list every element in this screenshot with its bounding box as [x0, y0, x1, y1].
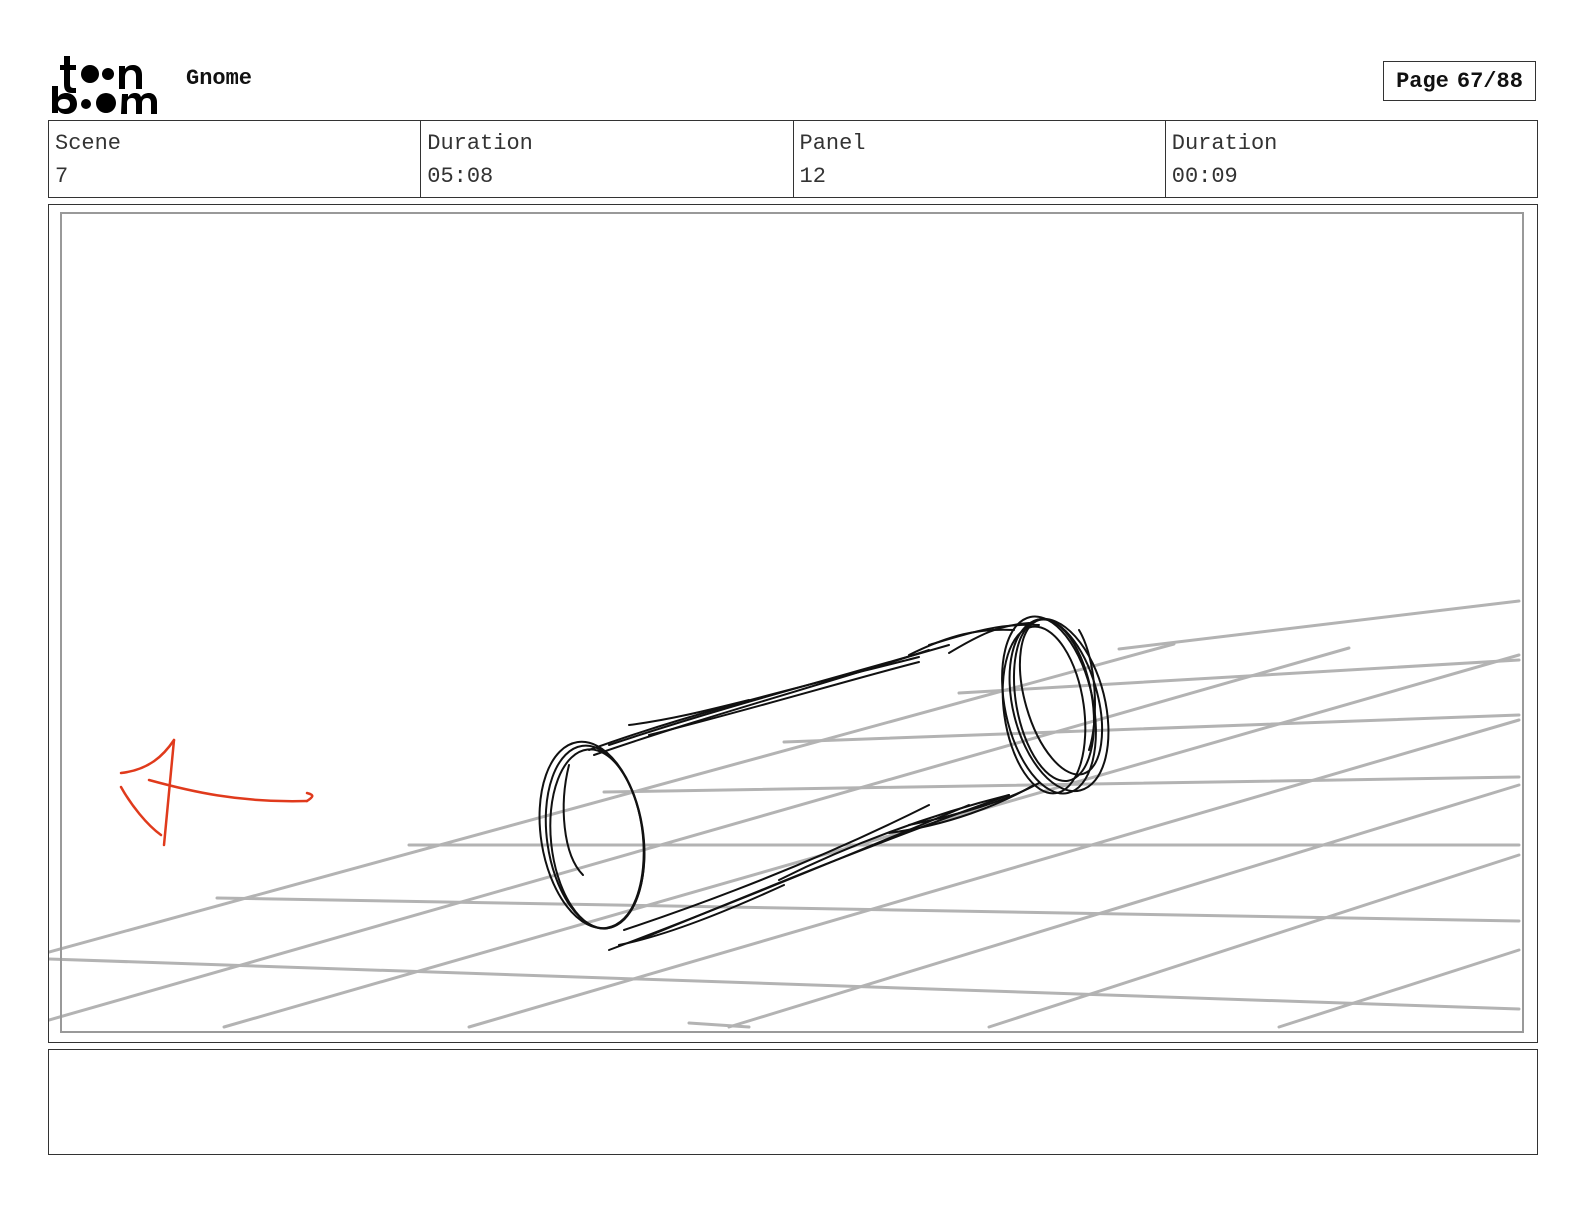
storyboard-panel: [48, 204, 1538, 1043]
notes-box[interactable]: [48, 1049, 1538, 1155]
panel-duration-cell: Duration 00:09: [1166, 121, 1537, 197]
scene-duration-value: 05:08: [427, 164, 494, 189]
project-title: Gnome: [186, 66, 253, 91]
scene-value: 7: [55, 164, 69, 189]
panel-label: Panel: [799, 131, 866, 156]
panel-cell: Panel 12: [794, 121, 1166, 197]
page-label: Page: [1396, 68, 1449, 94]
page-indicator: Page 67/88: [1383, 61, 1536, 101]
safe-frame: [60, 212, 1524, 1033]
panel-value: 12: [799, 164, 826, 189]
toon-boom-logo: [52, 56, 157, 114]
scene-cell: Scene 7: [49, 121, 422, 197]
panel-info-table: Scene 7 Duration 05:08 Panel 12 Duration…: [48, 120, 1538, 198]
panel-duration-label: Duration: [1171, 131, 1278, 156]
scene-duration-cell: Duration 05:08: [421, 121, 794, 197]
scene-label: Scene: [55, 131, 122, 156]
page-number: 67/88: [1456, 68, 1523, 94]
panel-duration-value: 00:09: [1171, 164, 1238, 189]
scene-duration-label: Duration: [427, 131, 533, 156]
